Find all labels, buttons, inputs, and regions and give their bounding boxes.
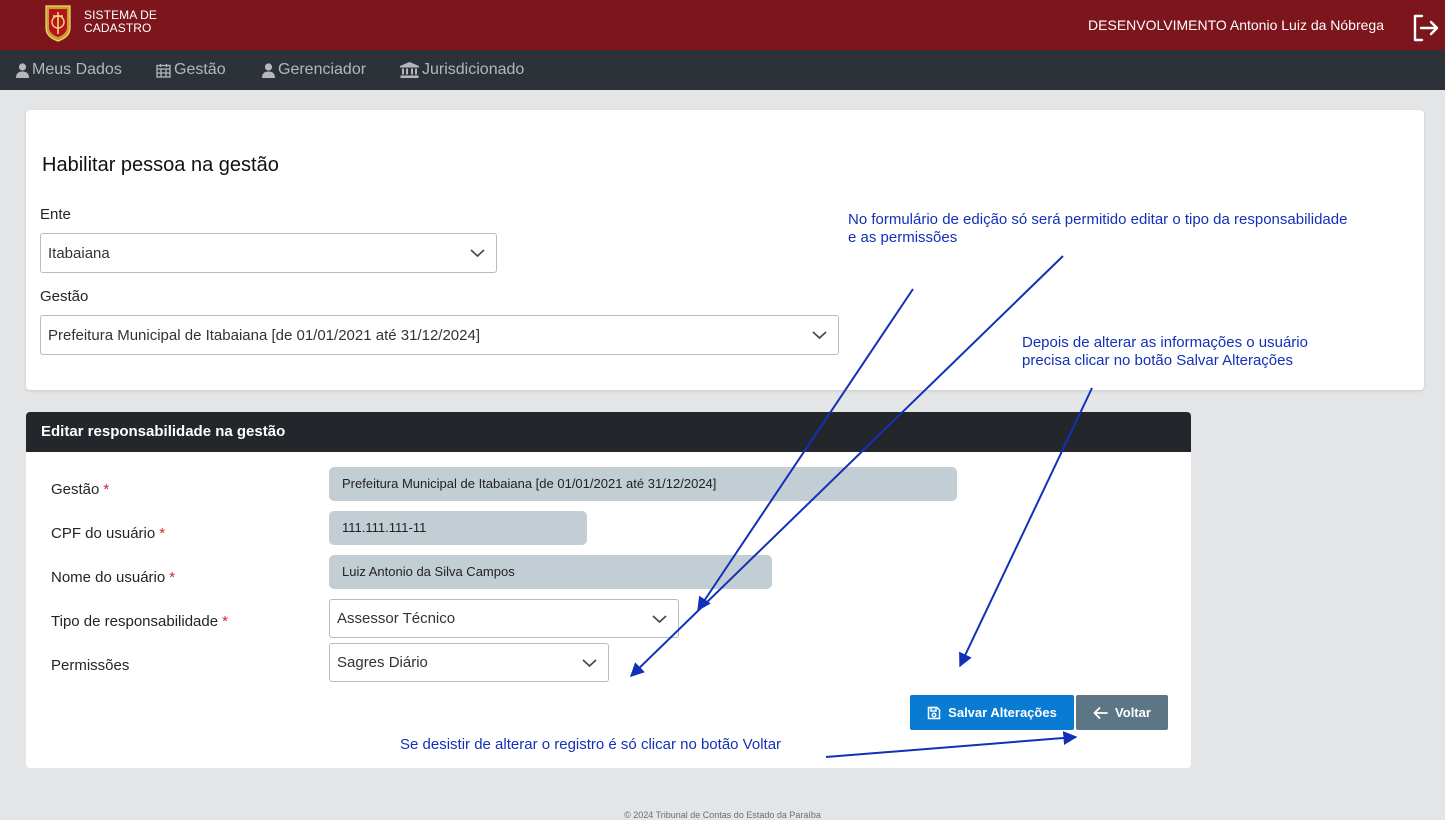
- editar-card-header: Editar responsabilidade na gestão: [26, 412, 1191, 452]
- logout-icon[interactable]: [1411, 13, 1441, 43]
- ente-select[interactable]: Itabaiana: [40, 233, 497, 273]
- nav-gestao[interactable]: Gestão: [156, 50, 226, 90]
- nav-gerenciador[interactable]: Gerenciador: [262, 50, 366, 90]
- chevron-down-icon: [470, 249, 485, 258]
- permissoes-value: Sagres Diário: [337, 654, 428, 671]
- nav-label: Jurisdicionado: [422, 61, 525, 78]
- gestao-row-label: Gestão *: [51, 481, 109, 498]
- ente-label: Ente: [40, 206, 71, 223]
- annotation-note-save: Depois de alterar as informações o usuár…: [1022, 334, 1308, 370]
- arrow-left-icon: [1093, 706, 1108, 719]
- nome-readonly-field: Luiz Antonio da Silva Campos: [329, 555, 772, 589]
- user-icon: [16, 62, 29, 78]
- annotation-note-edit: No formulário de edição só será permitid…: [848, 211, 1347, 247]
- permissoes-row-label: Permissões: [51, 657, 129, 674]
- save-button[interactable]: Salvar Alterações: [910, 695, 1074, 730]
- label-text: Gestão: [51, 481, 100, 498]
- gestao-value: Prefeitura Municipal de Itabaiana [de 01…: [48, 326, 480, 344]
- required-mark: *: [169, 569, 176, 586]
- label-text: Tipo de responsabilidade: [51, 613, 219, 630]
- brand-name: SISTEMA DE CADASTRO: [84, 9, 157, 35]
- annotation-note-back: Se desistir de alterar o registro é só c…: [400, 736, 782, 753]
- back-label: Voltar: [1115, 705, 1151, 720]
- label-text: Nome do usuário: [51, 569, 166, 586]
- calendar-icon: [156, 63, 171, 78]
- nav-jurisdicionado[interactable]: Jurisdicionado: [400, 50, 524, 90]
- logo-icon: [45, 5, 71, 42]
- page-title: Habilitar pessoa na gestão: [42, 154, 279, 176]
- cpf-readonly-field: 111.111.111-11: [329, 511, 587, 545]
- required-mark: *: [222, 613, 228, 630]
- tipo-value: Assessor Técnico: [337, 610, 456, 627]
- tipo-row-label: Tipo de responsabilidade *: [51, 613, 228, 630]
- label-text: Permissões: [51, 657, 130, 674]
- gestao-label: Gestão: [40, 288, 89, 305]
- tipo-responsabilidade-select[interactable]: Assessor Técnico: [329, 599, 679, 638]
- institution-icon: [400, 62, 419, 78]
- nav-label: Meus Dados: [32, 61, 122, 78]
- note-line: e as permissões: [848, 229, 958, 246]
- note-line: No formulário de edição só será permitid…: [848, 211, 1348, 228]
- editar-card: Editar responsabilidade na gestão Gestão…: [26, 412, 1191, 768]
- required-mark: *: [159, 525, 166, 542]
- back-button[interactable]: Voltar: [1076, 695, 1168, 730]
- top-bar: SISTEMA DE CADASTRO DESENVOLVIMENTO Anto…: [0, 0, 1445, 50]
- label-text: CPF do usuário: [51, 525, 156, 542]
- gestao-readonly-field: Prefeitura Municipal de Itabaiana [de 01…: [329, 467, 957, 501]
- nome-row-label: Nome do usuário *: [51, 569, 175, 586]
- brand-line-2: CADASTRO: [84, 21, 152, 35]
- user-name: DESENVOLVIMENTO Antonio Luiz da Nóbrega: [1088, 17, 1384, 33]
- required-mark: *: [103, 481, 110, 498]
- user-icon: [262, 62, 275, 78]
- footer-text: © 2024 Tribunal de Contas do Estado da P…: [624, 810, 821, 820]
- permissoes-select[interactable]: Sagres Diário: [329, 643, 609, 682]
- note-line: Depois de alterar as informações o usuár…: [1022, 334, 1308, 351]
- main-nav: Meus Dados Gestão Gerenciador Jurisdicio…: [0, 50, 1445, 90]
- save-label: Salvar Alterações: [948, 705, 1057, 720]
- chevron-down-icon: [582, 658, 597, 667]
- note-line: precisa clicar no botão Salvar Alteraçõe…: [1022, 352, 1293, 369]
- cpf-row-label: CPF do usuário *: [51, 525, 165, 542]
- nav-meus-dados[interactable]: Meus Dados: [16, 50, 122, 90]
- chevron-down-icon: [652, 614, 667, 623]
- save-icon: [927, 706, 941, 719]
- nav-label: Gerenciador: [278, 61, 367, 78]
- gestao-select[interactable]: Prefeitura Municipal de Itabaiana [de 01…: [40, 315, 839, 355]
- chevron-down-icon: [812, 331, 827, 340]
- nav-label: Gestão: [174, 61, 226, 78]
- ente-value: Itabaiana: [48, 244, 110, 262]
